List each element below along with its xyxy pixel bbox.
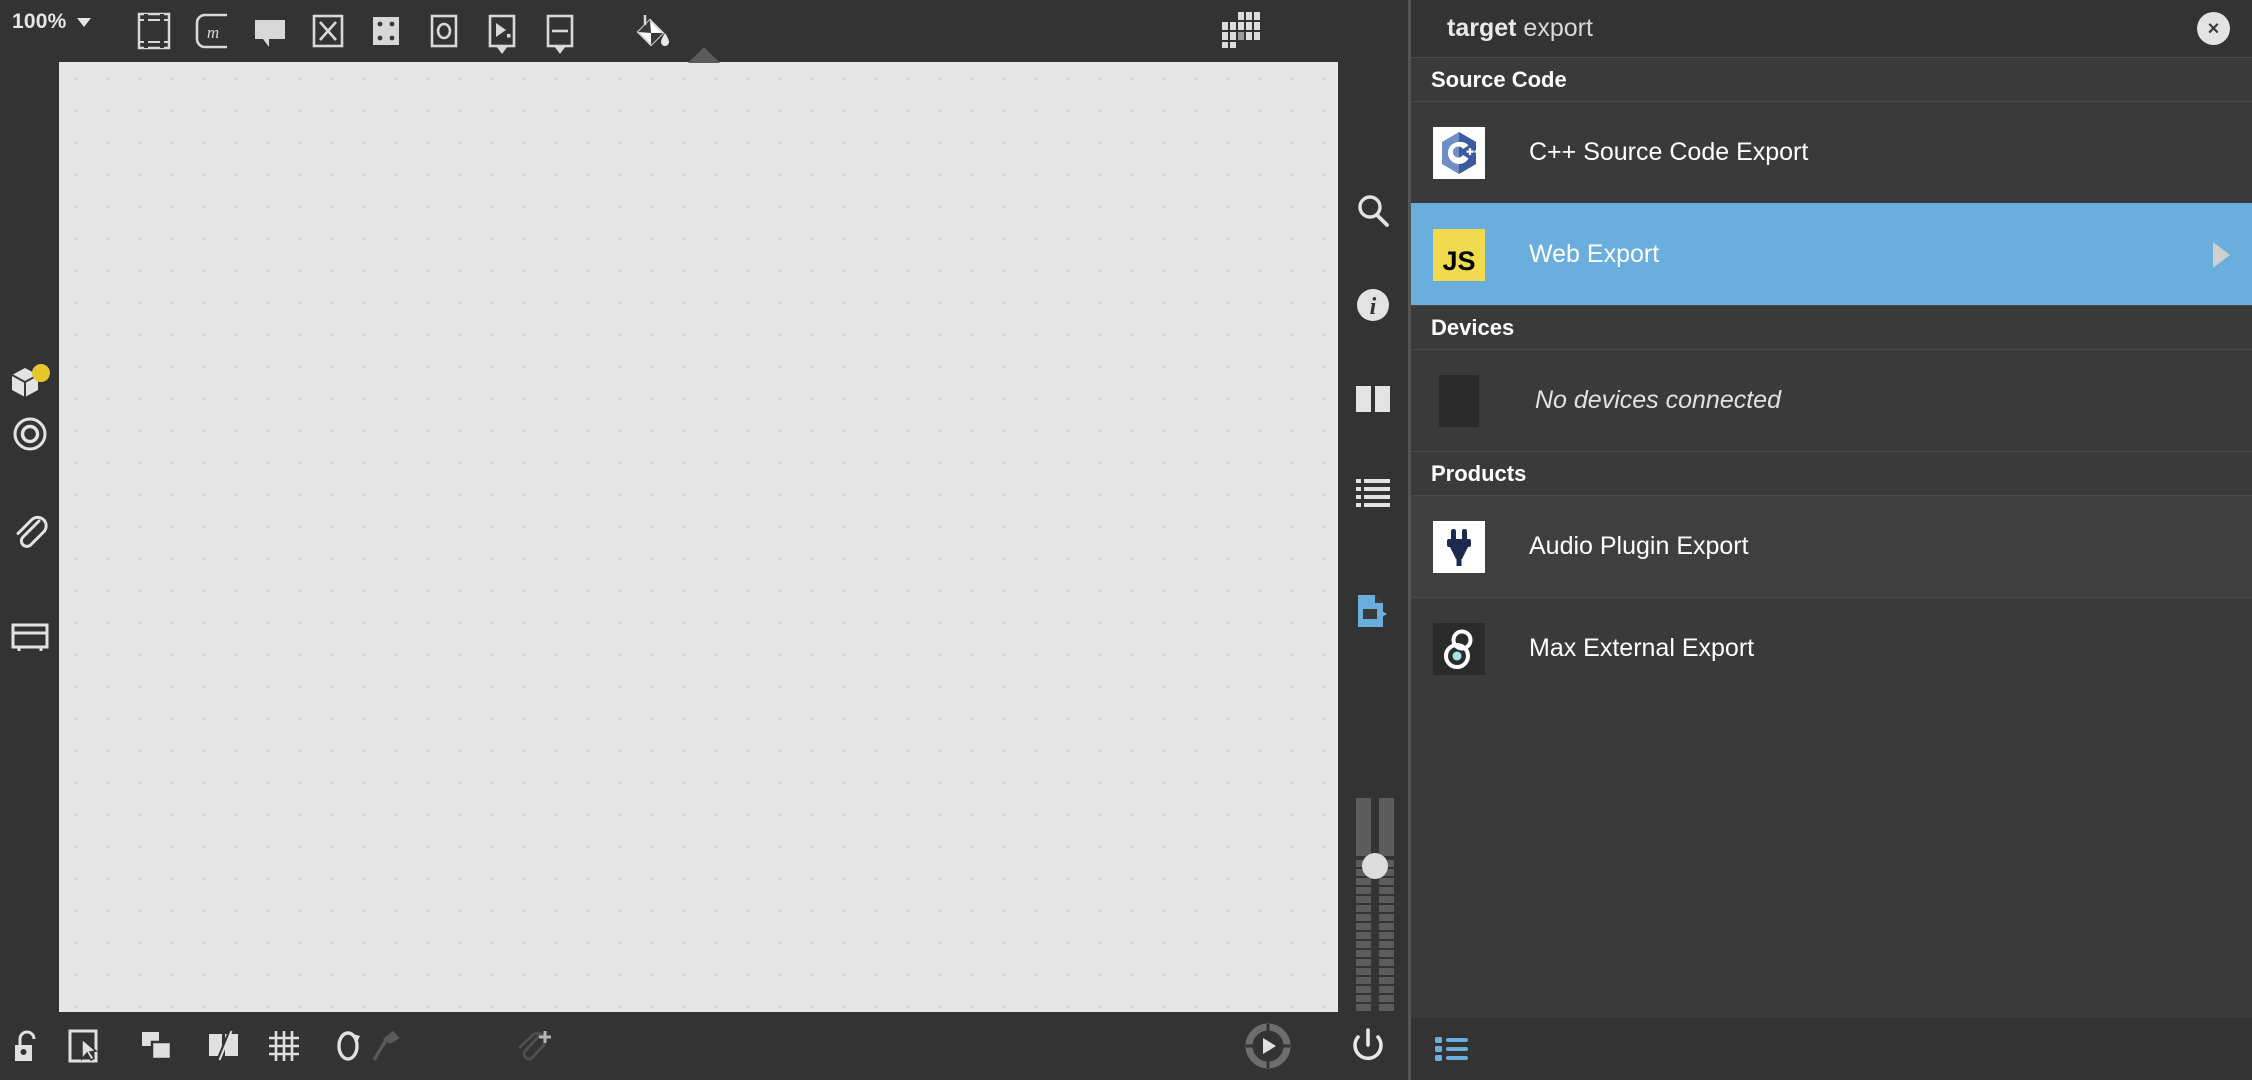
export-file-icon[interactable] [1338,579,1408,643]
export-row-label: Audio Plugin Export [1529,532,1749,561]
cplusplus-icon [1433,127,1485,179]
audio-level-meter[interactable] [1356,798,1394,998]
target-circle-icon[interactable] [0,404,59,464]
export-row-audio-plugin[interactable]: Audio Plugin Export [1411,495,2252,597]
info-icon[interactable]: i [1338,273,1408,337]
max-console-icon[interactable]: m [183,0,241,62]
bottom-toolbar [0,1012,1408,1080]
patcher-canvas[interactable] [59,62,1338,1012]
svg-text:i: i [1370,294,1377,320]
object-oval-icon[interactable] [415,0,473,62]
zoom-control[interactable]: 100% [12,10,91,34]
columns-icon[interactable] [1338,367,1408,431]
device-row-empty: No devices connected [1411,349,2252,451]
panel-title-bold: target [1447,14,1516,42]
paperclip-icon[interactable] [0,500,59,560]
object-package-icon[interactable] [0,352,59,412]
paint-bucket-icon[interactable] [620,0,680,62]
chevron-down-icon[interactable] [554,46,566,54]
export-row-label: C++ Source Code Export [1529,138,1808,167]
presentation-mode-icon[interactable] [357,0,415,62]
add-attachment-icon[interactable] [505,1012,565,1080]
audio-plug-icon [1433,521,1485,573]
list-icon[interactable] [1338,461,1408,525]
section-header-devices: Devices [1411,305,2252,349]
chevron-down-icon[interactable] [77,18,91,27]
pin-icon[interactable] [358,1012,414,1080]
export-panel: target export × Source Code [1408,0,2252,1080]
zoom-level-label: 100% [12,10,67,34]
snap-align-icon[interactable] [196,1012,252,1080]
svg-text:m: m [207,23,219,42]
panel-footer [1411,1018,2252,1080]
power-icon[interactable] [1340,1012,1396,1080]
list-view-icon[interactable] [1429,1026,1475,1072]
javascript-icon: JS [1433,229,1485,281]
left-toolbar-rail [0,62,59,1012]
toolbar-icon-group: m [125,0,589,62]
export-row-web[interactable]: JS Web Export [1411,203,2252,305]
search-icon[interactable] [1338,179,1408,243]
section-header-products: Products [1411,451,2252,495]
unlock-icon[interactable] [0,1012,56,1080]
empty-device-icon [1439,375,1479,427]
export-row-cpp[interactable]: C++ Source Code Export [1411,101,2252,203]
close-box-icon[interactable] [299,0,357,62]
comment-icon[interactable] [241,0,299,62]
section-header-source-code: Source Code [1411,57,2252,101]
close-icon[interactable]: × [2197,12,2230,45]
grid-pattern-icon[interactable] [1216,8,1262,50]
badge-dot [32,364,50,382]
application-window: 100% m [0,0,2252,1080]
panel-body: Source Code C++ Source Code Export [1411,57,2252,1018]
console-panel-icon[interactable] [0,607,59,667]
chevron-down-icon[interactable] [496,46,508,54]
patcher-editor: 100% m [0,0,1408,1080]
patcher-window-icon[interactable] [125,0,183,62]
grid-icon[interactable] [256,1012,312,1080]
export-row-max-external[interactable]: Max External Export [1411,597,2252,699]
select-cursor-icon[interactable] [56,1012,112,1080]
divider-box-icon[interactable] [531,0,589,62]
device-row-label: No devices connected [1535,386,1781,415]
svg-text:JS: JS [1442,246,1475,276]
triangle-marker [688,47,720,63]
transport-play-icon[interactable] [1238,1012,1298,1080]
meter-knob[interactable] [1362,853,1388,879]
panel-title: target export [1447,14,1593,43]
export-row-label: Web Export [1529,240,1659,269]
max-external-icon [1433,623,1485,675]
export-row-label: Max External Export [1529,634,1754,663]
panel-header: target export × [1411,0,2252,57]
copy-layers-icon[interactable] [130,1012,186,1080]
chevron-right-icon[interactable] [2213,242,2230,268]
panel-title-light: export [1523,14,1592,42]
play-box-icon[interactable] [473,0,531,62]
